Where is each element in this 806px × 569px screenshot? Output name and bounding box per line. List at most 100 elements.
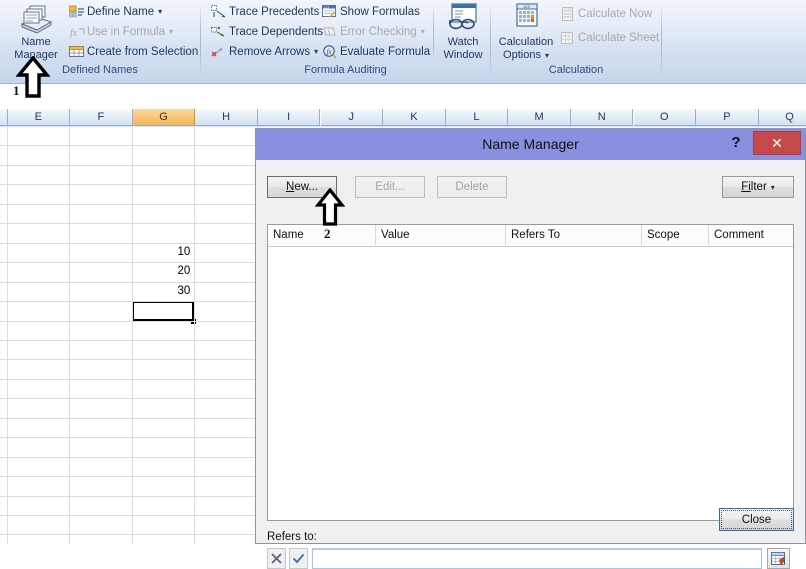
filter-button[interactable]: Filter ▾ bbox=[722, 176, 794, 198]
help-icon[interactable]: ? bbox=[727, 133, 745, 153]
close-button-label: Close bbox=[721, 510, 792, 529]
calculate-sheet-button: Calculate Sheet bbox=[559, 28, 659, 47]
column-header-o[interactable]: O bbox=[633, 109, 697, 126]
trace-precedents-button[interactable]: Trace Precedents bbox=[210, 2, 319, 21]
dialog-title-bar[interactable]: Name Manager ? ✕ bbox=[256, 129, 805, 160]
evaluate-formula-icon: fx bbox=[321, 44, 338, 60]
create-from-selection-button[interactable]: Create from Selection bbox=[68, 42, 198, 61]
define-name-caret-icon[interactable]: ▾ bbox=[154, 7, 162, 16]
calculation-options-icon: 123 bbox=[493, 2, 559, 36]
column-header-g[interactable]: G bbox=[132, 109, 196, 126]
accept-check-icon[interactable] bbox=[289, 548, 308, 569]
column-header-h[interactable]: H bbox=[195, 109, 258, 126]
close-icon: ✕ bbox=[771, 135, 783, 151]
column-header-j[interactable]: J bbox=[320, 109, 384, 126]
names-list[interactable]: Name Value Refers To Scope Comment bbox=[267, 224, 794, 521]
column-header-q[interactable]: Q bbox=[758, 109, 806, 126]
svg-text:fx: fx bbox=[326, 48, 332, 56]
watch-window-icon bbox=[437, 2, 489, 36]
cell-G9[interactable]: 30 bbox=[133, 282, 190, 301]
ribbon-group-formula-auditing: Trace Precedents Trace Dependents Remove… bbox=[201, 0, 490, 82]
trace-precedents-icon bbox=[210, 4, 227, 20]
dialog-title: Name Manager bbox=[482, 136, 579, 152]
calculation-options-label-line2: Options ▾ bbox=[503, 49, 549, 61]
name-manager-icon bbox=[4, 2, 68, 36]
calculate-sheet-icon bbox=[559, 30, 576, 46]
create-from-selection-label: Create from Selection bbox=[87, 45, 199, 58]
annotation-arrow-1 bbox=[15, 55, 51, 103]
error-checking-icon bbox=[321, 24, 338, 40]
use-in-formula-button: fx Use in Formula ▾ bbox=[68, 22, 173, 41]
show-formulas-button[interactable]: 123 Show Formulas bbox=[321, 2, 420, 21]
worksheet-top-gap bbox=[0, 84, 806, 109]
active-cell[interactable] bbox=[131, 301, 195, 322]
column-headers: EFGHIJKLMNOPQ bbox=[0, 109, 806, 126]
watch-window-label-line1: Watch bbox=[447, 36, 479, 48]
close-button[interactable]: Close bbox=[719, 508, 794, 531]
column-header-n[interactable]: N bbox=[570, 109, 634, 126]
calculate-now-icon bbox=[559, 6, 576, 22]
ribbon-group-calculation: 123 Calculation Options ▾ Calculate Now … bbox=[491, 0, 661, 82]
remove-arrows-button[interactable]: Remove Arrows ▾ bbox=[210, 42, 318, 61]
evaluate-formula-button[interactable]: fx Evaluate Formula bbox=[321, 42, 430, 61]
delete-button: Delete bbox=[437, 176, 507, 198]
refers-to-label: Refers to: bbox=[267, 531, 317, 543]
auditing-inner-separator bbox=[433, 3, 434, 61]
calculate-now-label: Calculate Now bbox=[578, 7, 653, 20]
column-header-i[interactable]: I bbox=[257, 109, 321, 126]
name-manager-button[interactable]: Name Manager bbox=[4, 2, 68, 62]
ribbon-formulas-tab: Name Manager Define Name ▾ fx Use in For… bbox=[0, 0, 806, 84]
cancel-x-icon[interactable] bbox=[267, 548, 286, 569]
grid-vline bbox=[194, 126, 196, 544]
remove-arrows-caret-icon[interactable]: ▾ bbox=[310, 47, 318, 56]
cell-G8[interactable]: 20 bbox=[133, 262, 190, 281]
dialog-close-button[interactable]: ✕ bbox=[753, 131, 801, 155]
filter-button-label-mnemonic: Fi bbox=[741, 181, 751, 193]
column-header-partial-left bbox=[0, 109, 8, 126]
list-column-header-value[interactable]: Value bbox=[376, 225, 506, 245]
list-column-header-comment[interactable]: Comment bbox=[709, 225, 795, 245]
annotation-number-2: 2 bbox=[324, 226, 331, 241]
column-header-l[interactable]: L bbox=[445, 109, 509, 126]
calculation-options-label-line1: Calculation bbox=[498, 36, 554, 48]
svg-text:fx: fx bbox=[70, 28, 78, 39]
define-name-button[interactable]: Define Name ▾ bbox=[68, 2, 162, 21]
watch-window-button[interactable]: Watch Window bbox=[437, 2, 489, 62]
use-in-formula-icon: fx bbox=[68, 24, 85, 40]
edit-button: Edit... bbox=[355, 176, 425, 198]
trace-precedents-label: Trace Precedents bbox=[229, 5, 320, 18]
use-in-formula-label: Use in Formula bbox=[87, 25, 165, 38]
group-label-calculation: Calculation bbox=[548, 64, 604, 76]
column-header-k[interactable]: K bbox=[383, 109, 446, 126]
column-header-p[interactable]: P bbox=[696, 109, 759, 126]
create-from-selection-icon bbox=[68, 44, 85, 60]
watch-window-label-line2: Window bbox=[443, 49, 483, 61]
column-header-f[interactable]: F bbox=[70, 109, 133, 126]
show-formulas-label: Show Formulas bbox=[340, 5, 420, 18]
refers-to-input[interactable] bbox=[312, 548, 762, 569]
use-in-formula-caret-icon: ▾ bbox=[168, 27, 173, 36]
list-column-header-scope[interactable]: Scope bbox=[642, 225, 709, 245]
column-header-m[interactable]: M bbox=[508, 109, 571, 126]
list-column-header-refers-to[interactable]: Refers To bbox=[506, 225, 642, 245]
svg-text:123: 123 bbox=[523, 4, 530, 9]
group-separator-3 bbox=[661, 3, 662, 77]
filter-caret-icon: ▾ bbox=[770, 183, 775, 192]
annotation-number-1: 1 bbox=[13, 83, 20, 98]
calculation-options-button[interactable]: 123 Calculation Options ▾ bbox=[493, 2, 559, 62]
trace-dependents-label: Trace Dependents bbox=[229, 25, 324, 38]
cell-G7[interactable]: 10 bbox=[133, 243, 190, 262]
define-name-icon bbox=[68, 4, 85, 20]
range-picker-icon[interactable] bbox=[767, 548, 790, 569]
calculate-sheet-label: Calculate Sheet bbox=[578, 31, 660, 44]
grid-vline bbox=[69, 126, 71, 544]
error-checking-label: Error Checking bbox=[340, 25, 417, 38]
grid-vline bbox=[6, 126, 8, 544]
calculation-options-caret-icon[interactable]: ▾ bbox=[541, 51, 549, 60]
column-header-e[interactable]: E bbox=[7, 109, 71, 126]
grid-vline bbox=[131, 126, 133, 544]
evaluate-formula-label: Evaluate Formula bbox=[340, 45, 431, 58]
trace-dependents-button[interactable]: Trace Dependents bbox=[210, 22, 323, 41]
grid-hline bbox=[0, 126, 806, 127]
group-label-formula-auditing: Formula Auditing bbox=[304, 64, 387, 76]
